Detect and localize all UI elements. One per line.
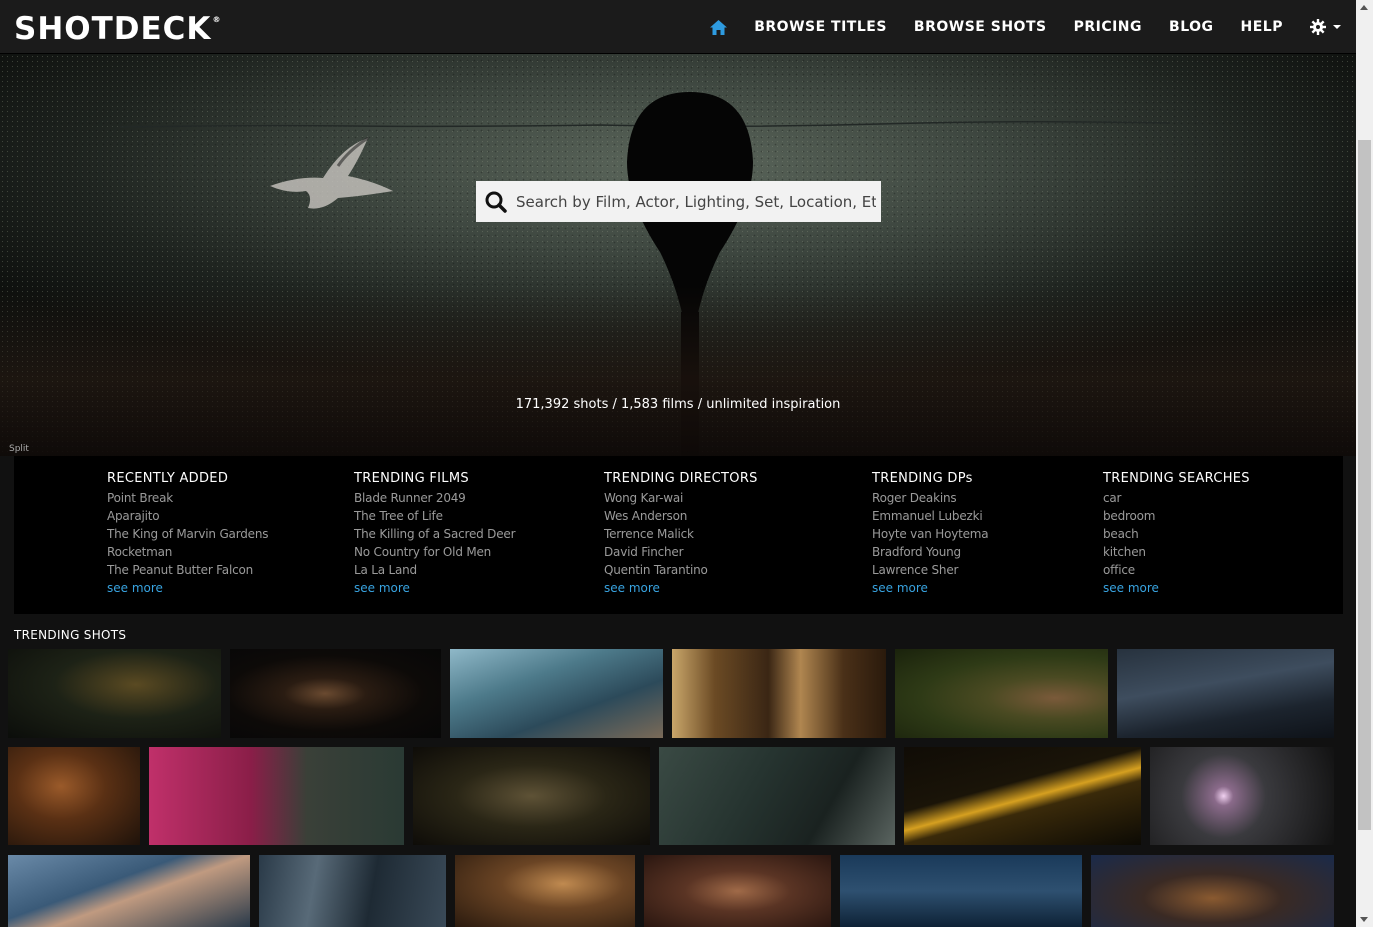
- trending-films-column: TRENDING FILMS Blade Runner 2049 The Tre…: [354, 471, 516, 597]
- gear-icon: [1310, 19, 1326, 35]
- shot-thumbnail[interactable]: [8, 649, 221, 738]
- see-more-link[interactable]: see more: [354, 579, 515, 597]
- search-icon: [485, 191, 507, 213]
- shot-thumbnail[interactable]: [8, 747, 140, 845]
- nav-browse-shots[interactable]: BROWSE SHOTS: [914, 19, 1047, 35]
- list-item[interactable]: Quentin Tarantino: [604, 561, 758, 579]
- page-scrollbar[interactable]: [1356, 0, 1373, 927]
- list-item[interactable]: La La Land: [354, 561, 515, 579]
- main-nav: BROWSE TITLES BROWSE SHOTS PRICING BLOG …: [710, 0, 1342, 54]
- shot-thumbnail[interactable]: [1091, 855, 1334, 927]
- trending-shots-heading: TRENDING SHOTS: [14, 628, 127, 642]
- trending-directors-column: TRENDING DIRECTORS Wong Kar-wai Wes Ande…: [604, 471, 758, 597]
- shot-thumbnail[interactable]: [230, 649, 441, 738]
- list-item[interactable]: Hoyte van Hoytema: [872, 525, 989, 543]
- hero-banner: [0, 54, 1356, 456]
- caret-down-icon: [1333, 25, 1341, 29]
- column-title: RECENTLY ADDED: [107, 471, 229, 486]
- recently-added-column: RECENTLY ADDED Point Break Aparajito The…: [107, 471, 268, 597]
- shot-thumbnail[interactable]: [450, 649, 663, 738]
- shot-thumbnail[interactable]: [455, 855, 635, 927]
- column-title: TRENDING DIRECTORS: [604, 471, 758, 486]
- see-more-link[interactable]: see more: [872, 579, 988, 597]
- list-item[interactable]: Wong Kar-wai: [604, 489, 758, 507]
- shot-thumbnail[interactable]: [659, 747, 895, 845]
- trending-searches-column: TRENDING SEARCHES car bedroom beach kitc…: [1103, 471, 1250, 597]
- list-item[interactable]: The Tree of Life: [354, 507, 515, 525]
- shot-thumbnail[interactable]: [672, 649, 886, 738]
- trending-dps-column: TRENDING DPs Roger Deakins Emmanuel Lube…: [872, 471, 989, 597]
- column-title: TRENDING FILMS: [354, 471, 469, 486]
- shot-thumbnail[interactable]: [259, 855, 446, 927]
- list-item[interactable]: Wes Anderson: [604, 507, 758, 525]
- shot-thumbnail[interactable]: [904, 747, 1141, 845]
- bird-silhouette: [270, 136, 393, 209]
- see-more-link[interactable]: see more: [107, 579, 268, 597]
- top-navigation-bar: SHOTDECK® BROWSE TITLES BROWSE SHOTS PRI…: [0, 0, 1356, 54]
- shot-thumbnail[interactable]: [840, 855, 1082, 927]
- shot-thumbnail[interactable]: [1117, 649, 1334, 738]
- list-item[interactable]: kitchen: [1103, 543, 1250, 561]
- list-item[interactable]: Aparajito: [107, 507, 268, 525]
- see-more-link[interactable]: see more: [1103, 579, 1250, 597]
- list-item[interactable]: The Peanut Butter Falcon: [107, 561, 268, 579]
- list-item[interactable]: Point Break: [107, 489, 268, 507]
- list-item[interactable]: Lawrence Sher: [872, 561, 988, 579]
- search-bar[interactable]: [476, 181, 881, 222]
- list-item[interactable]: Terrence Malick: [604, 525, 758, 543]
- shot-thumbnail[interactable]: [413, 747, 650, 845]
- list-item[interactable]: Blade Runner 2049: [354, 489, 515, 507]
- shot-thumbnail[interactable]: [1150, 747, 1334, 845]
- see-more-link[interactable]: see more: [604, 579, 758, 597]
- list-item[interactable]: Rocketman: [107, 543, 268, 561]
- list-item[interactable]: Bradford Young: [872, 543, 988, 561]
- list-item[interactable]: Roger Deakins: [872, 489, 988, 507]
- hero-image-credit[interactable]: Split: [9, 444, 29, 454]
- shotdeck-logo[interactable]: SHOTDECK®: [14, 11, 221, 47]
- site-stats: 171,392 shots / 1,583 films / unlimited …: [515, 397, 841, 412]
- home-icon[interactable]: [710, 19, 728, 35]
- shot-thumbnail[interactable]: [8, 855, 250, 927]
- list-item[interactable]: bedroom: [1103, 507, 1250, 525]
- nav-pricing[interactable]: PRICING: [1074, 19, 1142, 35]
- settings-menu-button[interactable]: [1310, 19, 1342, 35]
- search-input[interactable]: [516, 192, 876, 211]
- list-item[interactable]: office: [1103, 561, 1250, 579]
- nav-blog[interactable]: BLOG: [1169, 19, 1214, 35]
- scrollbar-thumb[interactable]: [1358, 140, 1371, 830]
- nav-browse-titles[interactable]: BROWSE TITLES: [754, 19, 887, 35]
- list-item[interactable]: The Killing of a Sacred Deer: [354, 525, 516, 543]
- list-item[interactable]: The King of Marvin Gardens: [107, 525, 268, 543]
- nav-help[interactable]: HELP: [1241, 19, 1283, 35]
- shot-thumbnail[interactable]: [895, 649, 1108, 738]
- list-item[interactable]: Emmanuel Lubezki: [872, 507, 988, 525]
- column-title: TRENDING DPs: [872, 471, 973, 486]
- shot-thumbnail[interactable]: [644, 855, 831, 927]
- list-item[interactable]: beach: [1103, 525, 1250, 543]
- column-title: TRENDING SEARCHES: [1103, 471, 1250, 486]
- scroll-up-arrow-icon[interactable]: [1360, 5, 1368, 10]
- shot-thumbnail[interactable]: [149, 747, 404, 845]
- trending-lists-panel: RECENTLY ADDED Point Break Aparajito The…: [14, 456, 1343, 614]
- list-item[interactable]: No Country for Old Men: [354, 543, 515, 561]
- list-item[interactable]: David Fincher: [604, 543, 758, 561]
- scroll-down-arrow-icon[interactable]: [1360, 917, 1368, 922]
- list-item[interactable]: car: [1103, 489, 1250, 507]
